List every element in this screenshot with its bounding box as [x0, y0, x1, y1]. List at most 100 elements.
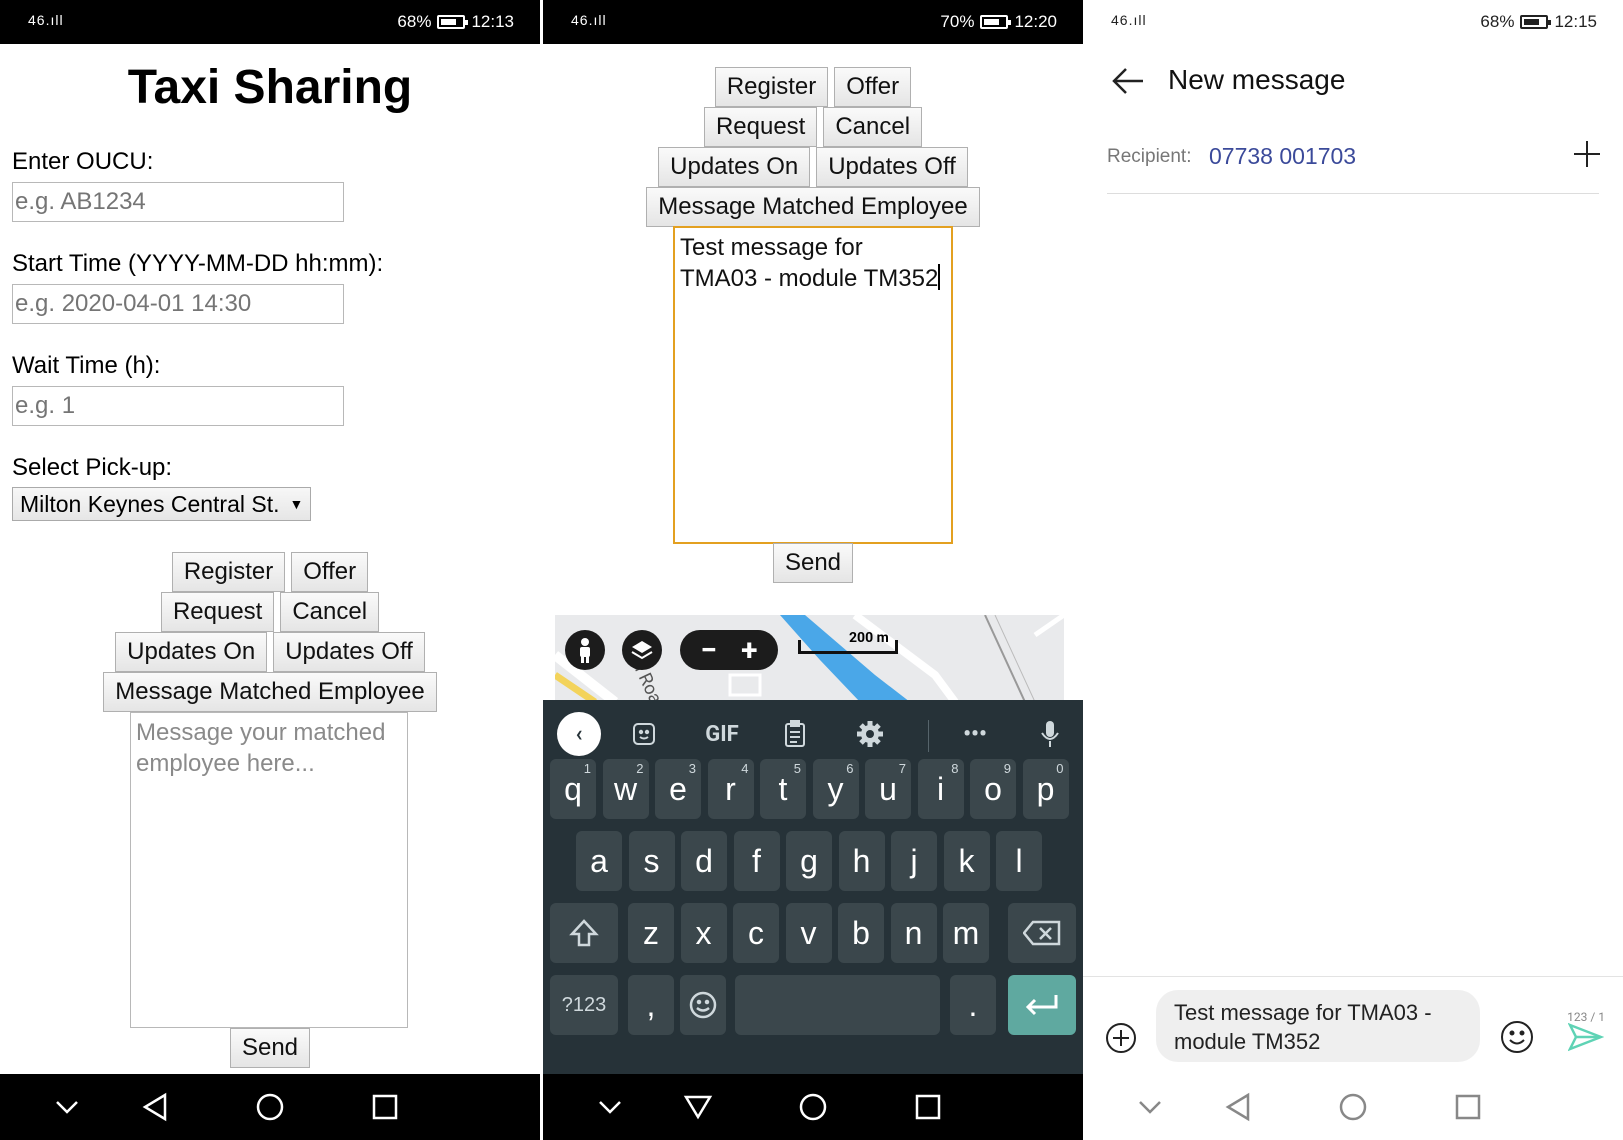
key-digit-hint: 3	[688, 761, 696, 776]
key-t[interactable]: t5	[760, 759, 806, 819]
taxi-sharing-typing-screen: 46.ıll 70% 12:20 Register Offer Request …	[543, 0, 1083, 1140]
request-button[interactable]: Request	[160, 592, 275, 632]
back-icon[interactable]	[681, 1090, 715, 1124]
layers-icon[interactable]	[622, 630, 662, 670]
message-textarea[interactable]: Test message for TMA03 - module TM352	[673, 226, 953, 544]
key-h[interactable]: h	[838, 831, 885, 891]
home-icon[interactable]	[796, 1090, 830, 1124]
enter-key[interactable]	[1008, 975, 1076, 1035]
offer-button[interactable]: Offer	[834, 67, 912, 107]
hide-keyboard-icon[interactable]	[1133, 1090, 1167, 1124]
message-textarea[interactable]: Message your matched employee here...	[130, 712, 408, 1028]
key-p[interactable]: p0	[1022, 759, 1069, 819]
microphone-icon[interactable]	[1030, 714, 1070, 754]
key-e[interactable]: e3	[655, 759, 701, 819]
battery-icon	[1520, 15, 1552, 29]
hide-keyboard-icon[interactable]	[50, 1090, 84, 1124]
pickup-select[interactable]: Milton Keynes Central St. ▼	[12, 487, 312, 521]
more-icon[interactable]: •••	[955, 714, 995, 754]
register-button[interactable]: Register	[171, 552, 286, 592]
key-n[interactable]: n	[890, 903, 937, 963]
oucu-input[interactable]	[12, 182, 344, 222]
key-digit-hint: 7	[898, 761, 906, 776]
scale-bar: 200 m	[798, 630, 898, 654]
hide-keyboard-icon[interactable]	[593, 1090, 627, 1124]
key-o[interactable]: o9	[970, 759, 1016, 819]
updates-off-button[interactable]: Updates Off	[273, 632, 425, 672]
key-j[interactable]: j	[891, 831, 937, 891]
key-s[interactable]: s	[628, 831, 675, 891]
key-c[interactable]: c	[733, 903, 779, 963]
key-i[interactable]: i8	[917, 759, 964, 819]
recents-icon[interactable]	[368, 1090, 402, 1124]
key-y[interactable]: y6	[812, 759, 859, 819]
key-q[interactable]: q1	[550, 759, 596, 819]
recipient-field[interactable]: 07738 001703	[1209, 143, 1356, 170]
add-recipient-icon[interactable]	[1571, 138, 1603, 174]
key-b[interactable]: b	[838, 903, 884, 963]
request-button[interactable]: Request	[703, 107, 818, 147]
collapse-toolbar-icon[interactable]: ‹	[557, 712, 601, 756]
message-matched-employee-button[interactable]: Message Matched Employee	[646, 187, 980, 227]
key-w[interactable]: w2	[602, 759, 649, 819]
send-icon[interactable]	[1567, 1022, 1605, 1056]
backspace-key[interactable]	[1008, 903, 1076, 963]
zoom-out-icon[interactable]: −	[701, 633, 718, 668]
home-icon[interactable]	[1336, 1090, 1370, 1124]
sticker-icon[interactable]	[624, 714, 664, 754]
attach-plus-icon[interactable]	[1104, 1021, 1138, 1059]
clipboard-icon[interactable]	[775, 714, 815, 754]
updates-on-button[interactable]: Updates On	[658, 147, 811, 187]
start-time-input[interactable]	[12, 284, 344, 324]
wait-time-input[interactable]	[12, 386, 344, 426]
key-l[interactable]: l	[996, 831, 1042, 891]
status-bar: 46.ıll 68% 12:13	[0, 0, 540, 44]
settings-gear-icon[interactable]	[850, 714, 890, 754]
recents-icon[interactable]	[1451, 1090, 1485, 1124]
recents-icon[interactable]	[911, 1090, 945, 1124]
offer-button[interactable]: Offer	[291, 552, 369, 592]
nav-bar	[1083, 1074, 1623, 1140]
period-key[interactable]: .	[950, 975, 996, 1035]
message-input[interactable]: Test message for TMA03 - module TM352	[1156, 990, 1480, 1062]
back-icon[interactable]	[138, 1090, 172, 1124]
key-u[interactable]: u7	[865, 759, 911, 819]
key-x[interactable]: x	[680, 903, 727, 963]
gif-icon[interactable]: GIF	[698, 714, 746, 754]
emoji-icon[interactable]	[1499, 1019, 1535, 1059]
zoom-control: − +	[680, 630, 778, 670]
key-a[interactable]: a	[576, 831, 622, 891]
send-button[interactable]: Send	[229, 1028, 311, 1068]
key-f[interactable]: f	[733, 831, 780, 891]
map-view[interactable]: al Roa − + 200 m	[555, 615, 1064, 702]
symbols-key[interactable]: ?123	[550, 975, 618, 1035]
back-arrow-icon[interactable]	[1111, 66, 1145, 100]
key-r[interactable]: r4	[707, 759, 754, 819]
message-matched-employee-button[interactable]: Message Matched Employee	[103, 672, 437, 712]
updates-on-button[interactable]: Updates On	[115, 632, 268, 672]
send-button[interactable]: Send	[772, 543, 854, 583]
cancel-button[interactable]: Cancel	[280, 592, 380, 632]
key-g[interactable]: g	[786, 831, 832, 891]
home-icon[interactable]	[253, 1090, 287, 1124]
key-m[interactable]: m	[943, 903, 989, 963]
key-digit-hint: 1	[583, 761, 591, 776]
key-letter: r	[725, 770, 736, 807]
status-bar: 46.ıll 70% 12:20	[543, 0, 1083, 44]
key-v[interactable]: v	[785, 903, 832, 963]
shift-key[interactable]	[550, 903, 618, 963]
cancel-button[interactable]: Cancel	[823, 107, 923, 147]
comma-key[interactable]: ,	[628, 975, 674, 1035]
taxi-sharing-screen: 46.ıll 68% 12:13 Taxi Sharing Enter OUCU…	[0, 0, 540, 1140]
pedestrian-icon[interactable]	[565, 630, 605, 670]
key-d[interactable]: d	[681, 831, 727, 891]
updates-off-button[interactable]: Updates Off	[816, 147, 968, 187]
emoji-key[interactable]	[680, 975, 726, 1035]
nav-bar	[0, 1074, 540, 1140]
space-bar[interactable]	[735, 975, 940, 1035]
register-button[interactable]: Register	[714, 67, 829, 107]
back-icon[interactable]	[1221, 1090, 1255, 1124]
zoom-in-icon[interactable]: +	[741, 633, 757, 668]
key-z[interactable]: z	[628, 903, 674, 963]
key-k[interactable]: k	[943, 831, 990, 891]
